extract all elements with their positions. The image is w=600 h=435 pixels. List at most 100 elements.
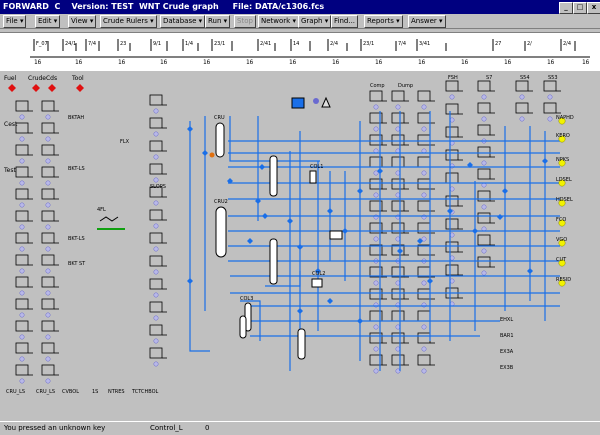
- tank-icon[interactable]: [445, 80, 463, 100]
- tank-icon[interactable]: [41, 144, 59, 164]
- maximize-button[interactable]: □: [573, 2, 587, 14]
- tank-icon[interactable]: [15, 298, 33, 318]
- menu-crude-rulers[interactable]: Crude Rulers ▾: [100, 15, 157, 28]
- tank-icon[interactable]: [543, 80, 561, 100]
- tank-icon[interactable]: [417, 310, 435, 330]
- column-cru[interactable]: [215, 122, 225, 158]
- tank-icon[interactable]: [41, 210, 59, 230]
- tank-icon[interactable]: [15, 276, 33, 296]
- menu-network[interactable]: Network ▾: [258, 15, 299, 28]
- tank-icon[interactable]: [445, 287, 463, 307]
- tank-icon[interactable]: [15, 232, 33, 252]
- tank-icon[interactable]: [477, 190, 495, 210]
- column-cru2[interactable]: [215, 206, 227, 258]
- menu-stop[interactable]: Stop: [234, 15, 256, 28]
- menu-graph[interactable]: Graph ▾: [298, 15, 332, 28]
- column-col4[interactable]: [297, 328, 306, 360]
- tank-icon[interactable]: [369, 134, 387, 154]
- tank-icon[interactable]: [41, 320, 59, 340]
- tank-icon[interactable]: [445, 172, 463, 192]
- tank-icon[interactable]: [445, 126, 463, 146]
- menu-answer[interactable]: Answer ▾: [408, 15, 446, 28]
- tank-icon[interactable]: [417, 178, 435, 198]
- tank-icon[interactable]: [41, 364, 59, 384]
- tank-icon[interactable]: [41, 298, 59, 318]
- tank-icon[interactable]: [15, 122, 33, 142]
- tank-icon[interactable]: [41, 100, 59, 120]
- tank-icon[interactable]: [41, 166, 59, 186]
- column-col2[interactable]: [269, 238, 278, 285]
- tank-icon[interactable]: [477, 234, 495, 254]
- tank-icon[interactable]: [417, 222, 435, 242]
- tank-icon[interactable]: [477, 168, 495, 188]
- close-button[interactable]: x: [587, 2, 600, 14]
- tank-icon[interactable]: [149, 324, 167, 344]
- tank-icon[interactable]: [477, 80, 495, 100]
- tank-icon[interactable]: [149, 140, 167, 160]
- tank-icon[interactable]: [417, 112, 435, 132]
- tank-icon[interactable]: [477, 146, 495, 166]
- tank-icon[interactable]: [445, 241, 463, 261]
- tank-icon[interactable]: [149, 278, 167, 298]
- menu-database[interactable]: Database ▾: [160, 15, 206, 28]
- tank-icon[interactable]: [15, 100, 33, 120]
- tank-icon[interactable]: [477, 256, 495, 276]
- column-col1[interactable]: [269, 155, 278, 197]
- tank-icon[interactable]: [149, 232, 167, 252]
- tank-icon[interactable]: [369, 112, 387, 132]
- column-col3b[interactable]: [239, 315, 247, 339]
- feed-diamond-icon[interactable]: [32, 84, 40, 92]
- tank-icon[interactable]: [41, 342, 59, 362]
- menu-reports[interactable]: Reports ▾: [364, 15, 403, 28]
- menu-find[interactable]: Find...: [331, 15, 359, 28]
- feed-diamond-icon[interactable]: [48, 84, 56, 92]
- tank-icon[interactable]: [149, 163, 167, 183]
- tank-icon[interactable]: [417, 90, 435, 110]
- tank-icon[interactable]: [515, 102, 533, 122]
- tank-icon[interactable]: [417, 156, 435, 176]
- tank-icon[interactable]: [369, 288, 387, 308]
- feed-sources[interactable]: [8, 84, 84, 92]
- tank-icon[interactable]: [417, 288, 435, 308]
- tank-icon[interactable]: [369, 178, 387, 198]
- tank-icon[interactable]: [149, 347, 167, 367]
- tank-icon[interactable]: [41, 122, 59, 142]
- feed-diamond-icon[interactable]: [76, 84, 84, 92]
- tank-icon[interactable]: [15, 342, 33, 362]
- menu-edit[interactable]: Edit ▾: [35, 15, 61, 28]
- tank-icon[interactable]: [41, 254, 59, 274]
- tank-icon[interactable]: [149, 117, 167, 137]
- tank-icon[interactable]: [369, 354, 387, 374]
- tank-icon[interactable]: [445, 264, 463, 284]
- tank-icon[interactable]: [515, 80, 533, 100]
- tank-icon[interactable]: [369, 90, 387, 110]
- tank-icon[interactable]: [15, 364, 33, 384]
- tank-icon[interactable]: [149, 255, 167, 275]
- tank-icon[interactable]: [41, 188, 59, 208]
- tank-icon[interactable]: [15, 166, 33, 186]
- tank-icon[interactable]: [445, 218, 463, 238]
- tank-icon[interactable]: [41, 232, 59, 252]
- tank-icon[interactable]: [417, 134, 435, 154]
- tank-icon[interactable]: [369, 310, 387, 330]
- tank-icon[interactable]: [15, 144, 33, 164]
- menu-view[interactable]: View ▾: [68, 15, 97, 28]
- tank-icon[interactable]: [445, 103, 463, 123]
- tank-icon[interactable]: [15, 188, 33, 208]
- minimize-button[interactable]: _: [559, 2, 573, 14]
- flowsheet-canvas[interactable]: Fuel CrudeCds Tool Cest Test BKTAH BKT-L…: [0, 71, 600, 421]
- tank-icon[interactable]: [149, 94, 167, 114]
- tank-icon[interactable]: [15, 320, 33, 340]
- tank-icon[interactable]: [149, 301, 167, 321]
- tank-icon[interactable]: [391, 90, 409, 110]
- tank-icon[interactable]: [15, 210, 33, 230]
- tank-icon[interactable]: [417, 354, 435, 374]
- menu-file[interactable]: File ▾: [3, 15, 27, 28]
- feed-diamond-icon[interactable]: [8, 84, 16, 92]
- tank-icon[interactable]: [149, 209, 167, 229]
- tank-icon[interactable]: [41, 276, 59, 296]
- tank-icon[interactable]: [15, 254, 33, 274]
- tank-icon[interactable]: [477, 102, 495, 122]
- distillation-columns[interactable]: [209, 122, 306, 360]
- tank-icon[interactable]: [369, 222, 387, 242]
